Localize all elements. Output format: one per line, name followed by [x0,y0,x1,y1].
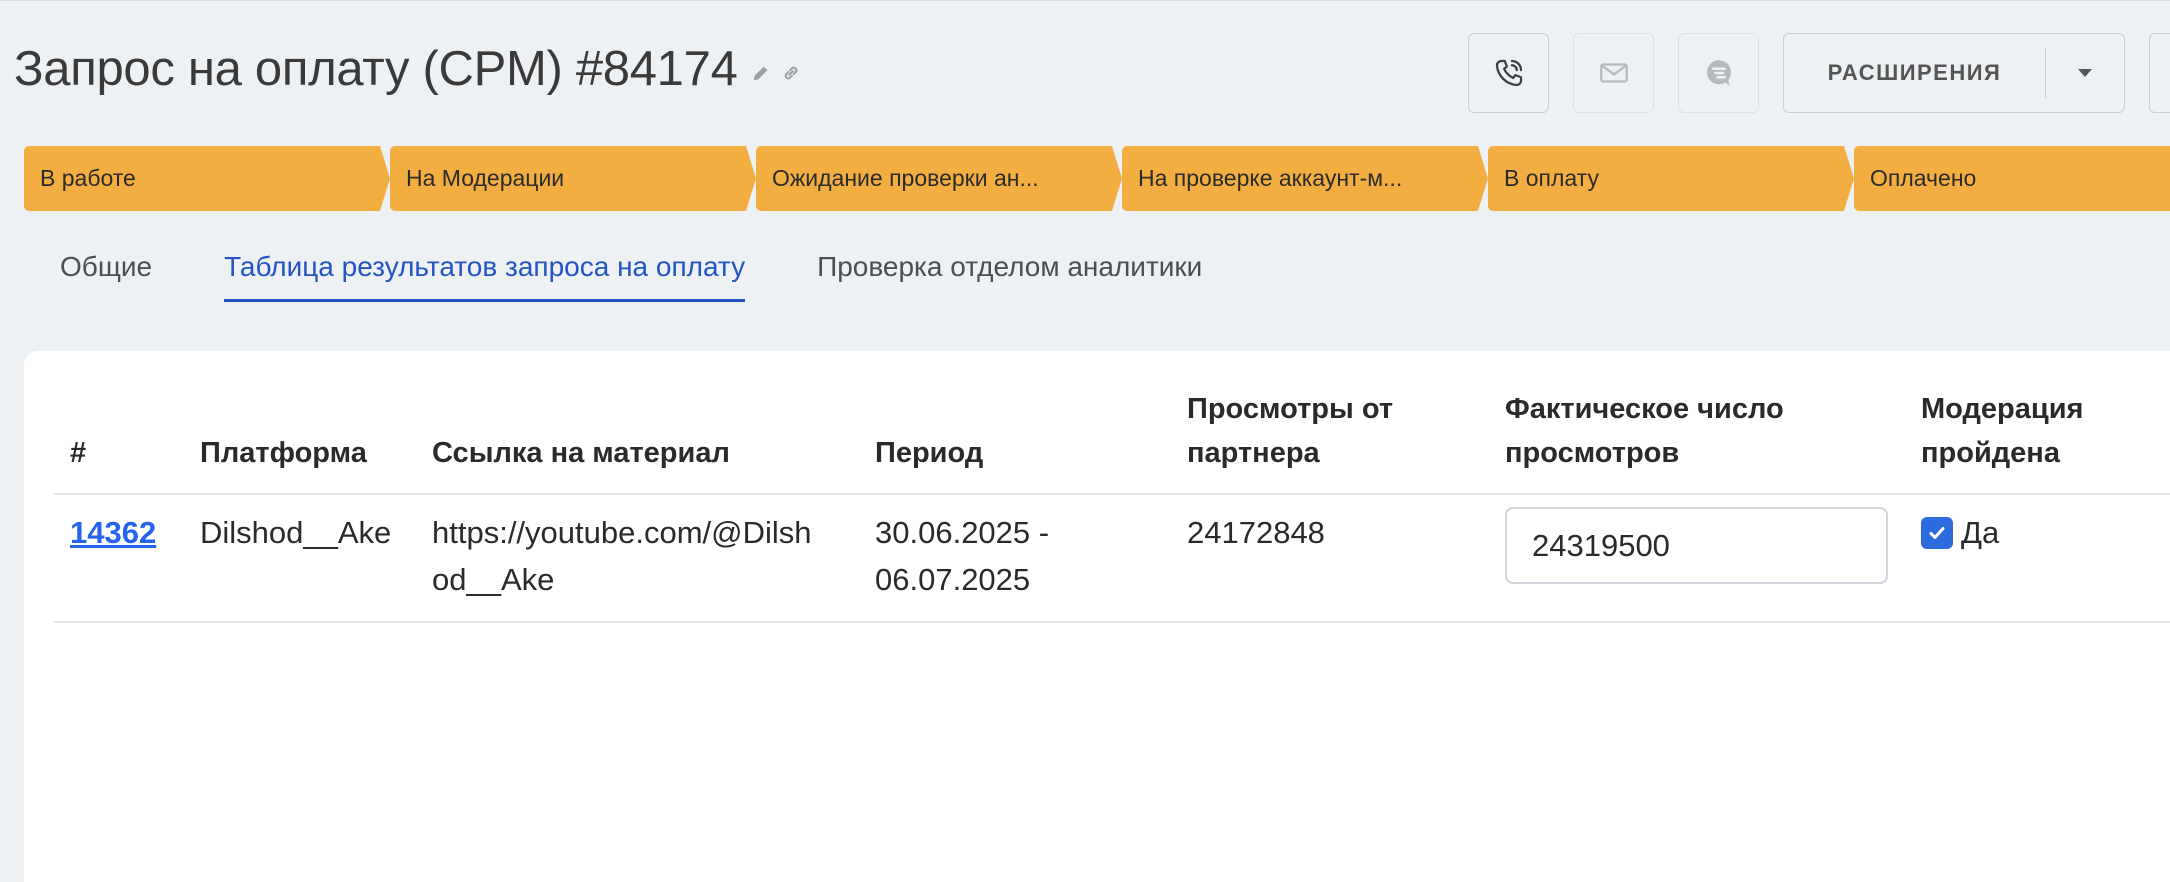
chevron-down-icon[interactable] [2046,67,2124,79]
chat-icon [1706,60,1731,86]
link-icon[interactable] [780,62,802,84]
chat-button[interactable] [1678,33,1759,113]
mail-button[interactable] [1573,33,1654,113]
row-id-link[interactable]: 14362 [70,515,156,550]
col-partner-views-line1: Просмотры от [1187,393,1394,425]
page-title: Запрос на оплату (CPM) #84174 [14,42,738,96]
stage-in-work[interactable]: В работе [24,146,390,211]
material-link-line1: https://youtube.com/@Dilsh [432,515,812,550]
table-header-row: # Платформа Ссылка на материал Период Пр… [54,387,2170,495]
tab-general[interactable]: Общие [60,251,152,302]
period-start: 30.06.2025 - [875,515,1050,550]
col-link: Ссылка на материал [416,387,859,495]
col-partner-views: Просмотры от партнера [1171,387,1489,495]
col-moderation: Модерация пройдена [1905,387,2170,495]
cell-link: https://youtube.com/@Dilsh od__Ake [416,494,859,623]
cell-actual-views [1489,494,1905,623]
results-table: # Платформа Ссылка на материал Период Пр… [54,387,2170,623]
stage-moderation[interactable]: На Модерации [390,146,756,211]
col-partner-views-line2: партнера [1187,437,1320,469]
cell-moderation: Да [1905,494,2170,623]
tab-bar: Общие Таблица результатов запроса на опл… [60,251,1202,302]
cell-period: 30.06.2025 - 06.07.2025 [859,494,1171,623]
extensions-dropdown[interactable]: РАСШИРЕНИЯ [1783,33,2125,113]
call-button[interactable] [1468,33,1549,113]
tab-results-table[interactable]: Таблица результатов запроса на оплату [224,251,746,302]
cell-id: 14362 [54,494,184,623]
status-pipeline: В работе На Модерации Ожидание проверки … [24,146,2170,211]
cell-platform: Dilshod__Ake [184,494,416,623]
pencil-icon[interactable] [750,62,772,84]
cell-partner-views: 24172848 [1171,494,1489,623]
stage-to-payment[interactable]: В оплату [1488,146,1854,211]
col-moderation-line2: пройдена [1921,437,2060,469]
table-row: 14362 Dilshod__Ake https://youtube.com/@… [54,494,2170,623]
results-card: # Платформа Ссылка на материал Период Пр… [24,351,2170,882]
col-actual-views-line1: Фактическое число [1505,393,1784,425]
page: Запрос на оплату (CPM) #84174 РАСШИРЕНИЯ… [0,0,2170,882]
stage-awaiting-analytics[interactable]: Ожидание проверки ан... [756,146,1122,211]
page-header: Запрос на оплату (CPM) #84174 [14,41,802,97]
col-period: Период [859,387,1171,495]
col-actual-views: Фактическое число просмотров [1489,387,1905,495]
toolbar: РАСШИРЕНИЯ [1468,33,2170,113]
material-link-line2: od__Ake [432,562,555,597]
extensions-button-label[interactable]: РАСШИРЕНИЯ [1784,48,2046,98]
toolbar-overflow-button[interactable] [2149,33,2170,113]
col-id: # [54,387,184,495]
stage-account-manager-review[interactable]: На проверке аккаунт-м... [1122,146,1488,211]
phone-icon [1495,59,1522,87]
checkmark-icon [1929,526,1945,539]
tab-analytics-check[interactable]: Проверка отделом аналитики [817,251,1202,302]
col-actual-views-line2: просмотров [1505,437,1680,469]
moderation-label: Да [1961,515,2000,550]
stage-paid[interactable]: Оплачено [1854,146,2170,211]
moderation-checkbox[interactable] [1921,516,1953,549]
col-moderation-line1: Модерация [1921,393,2084,425]
actual-views-input[interactable] [1505,507,1888,584]
col-platform: Платформа [184,387,416,495]
moderation-checkbox-group: Да [1921,509,2170,556]
mail-icon [1599,63,1628,83]
title-actions [750,62,802,84]
period-end: 06.07.2025 [875,562,1031,597]
